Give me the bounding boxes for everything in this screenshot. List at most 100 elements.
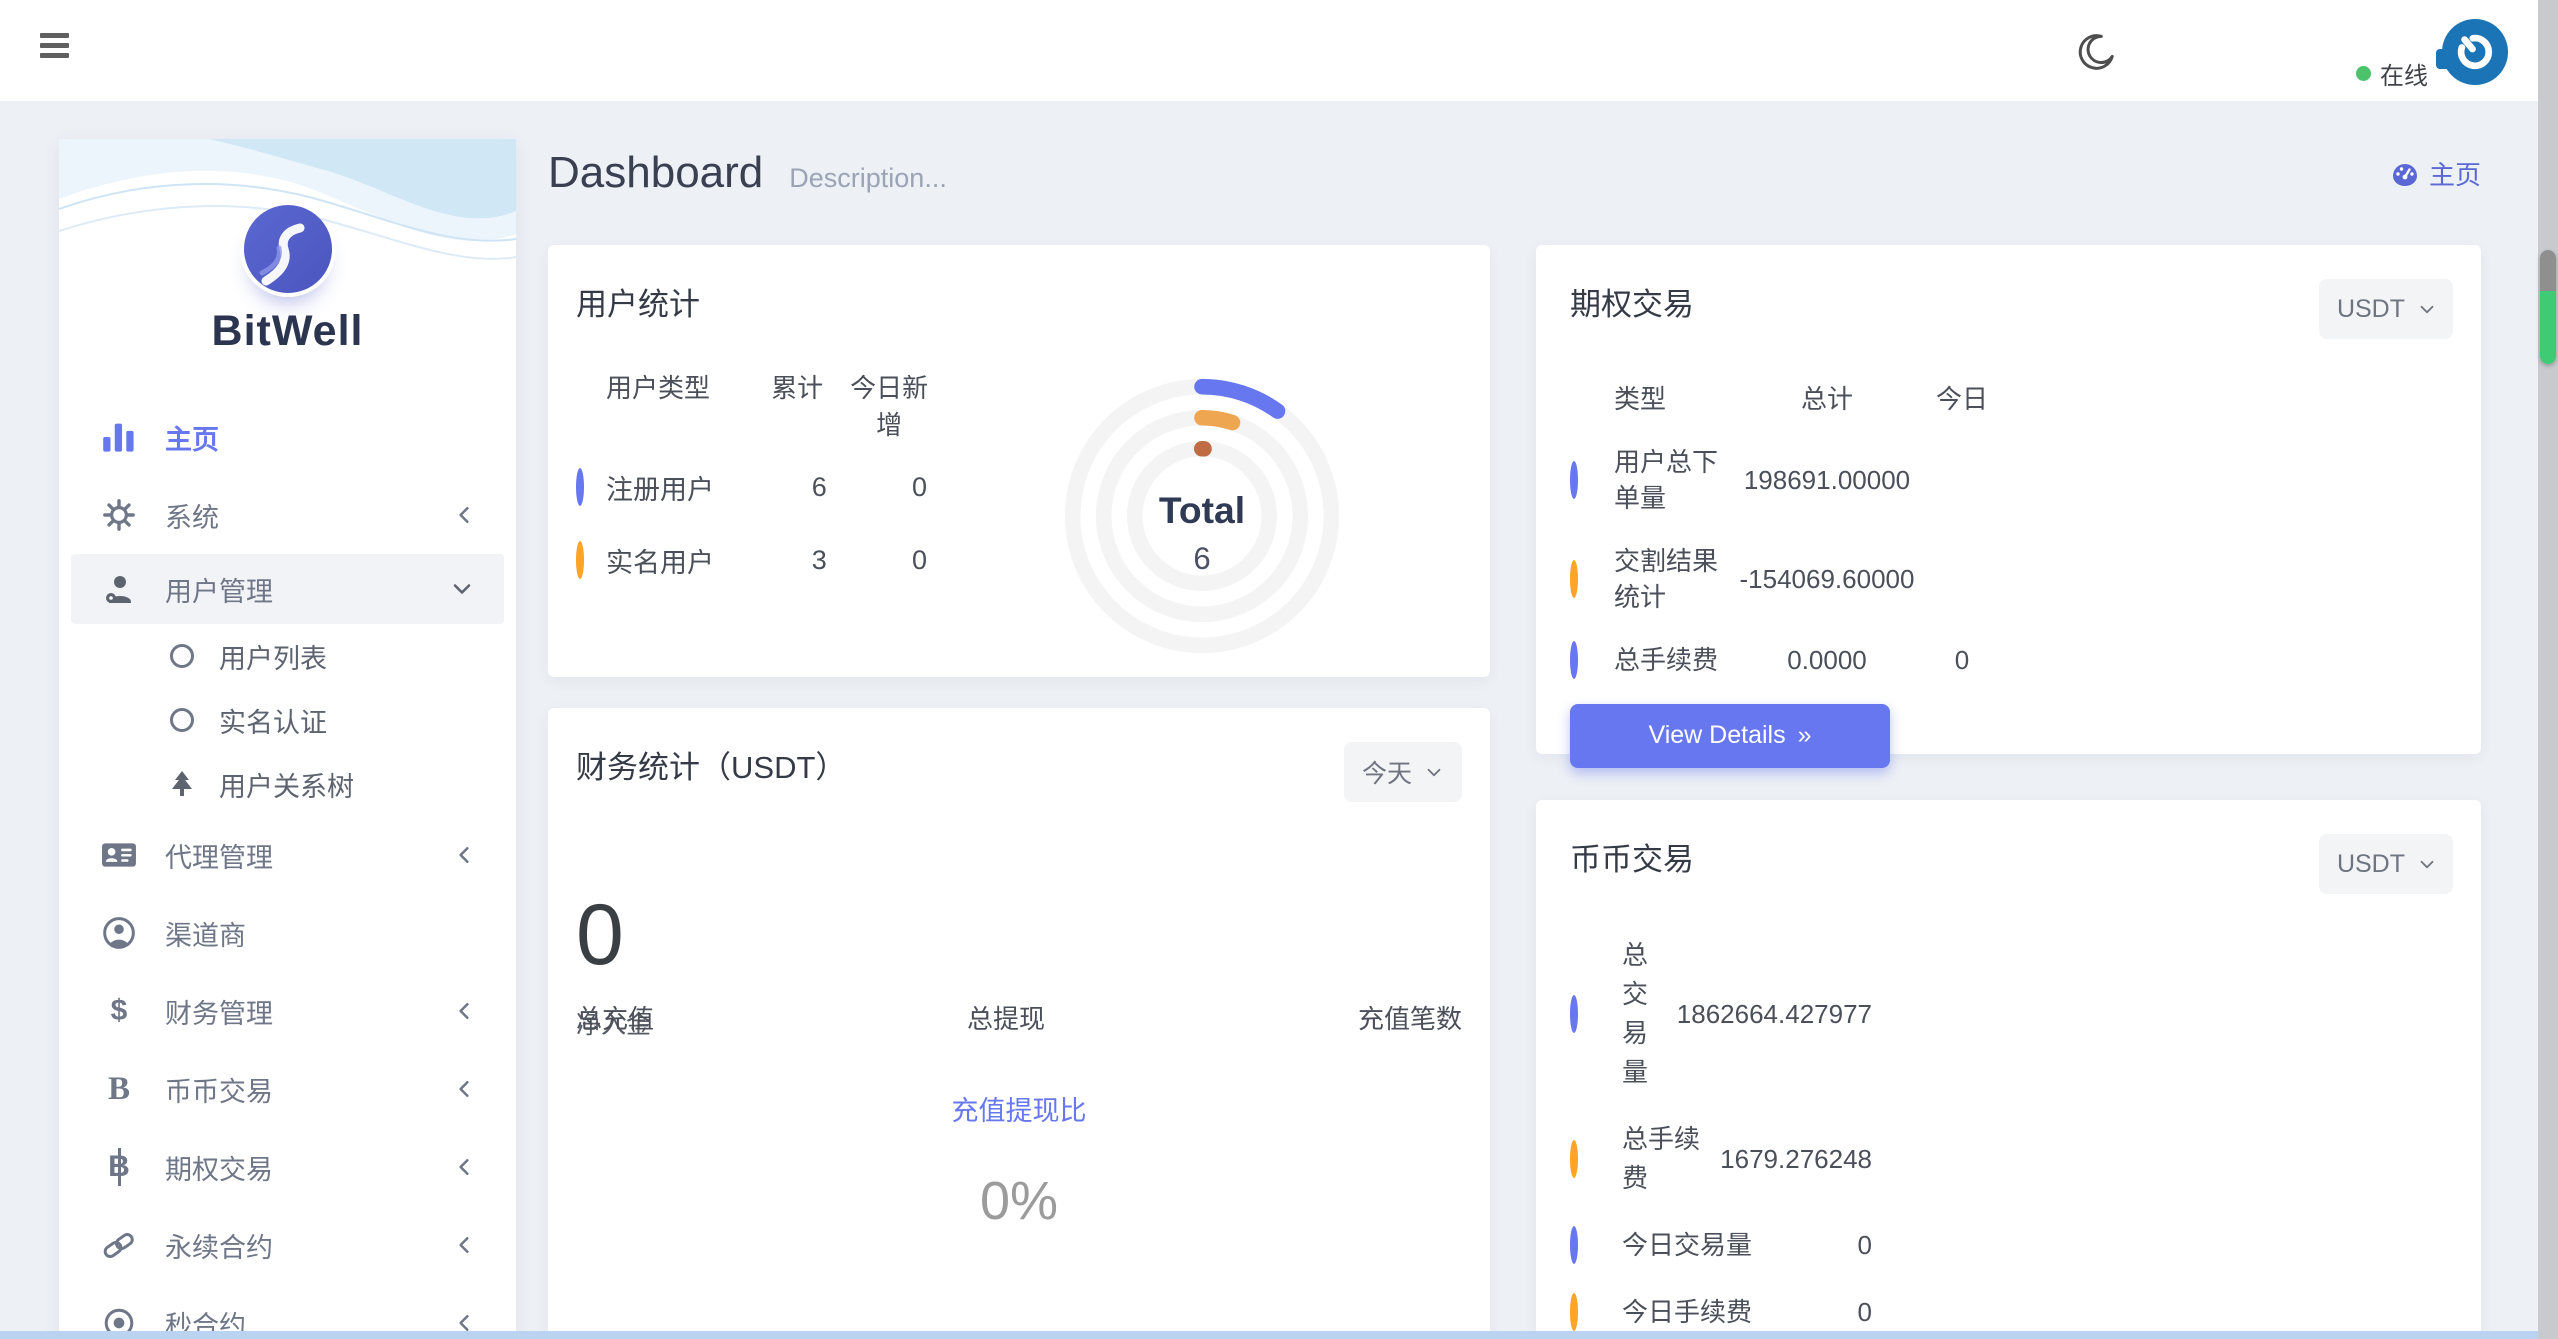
card-title: 用户统计 — [576, 279, 1462, 324]
dashboard-gauge-icon — [2391, 159, 2419, 187]
sidebar-item-perpetual-contract[interactable]: 永续合约 — [59, 1206, 516, 1284]
sidebar-item-label: 渠道商 — [165, 914, 472, 953]
hamburger-menu-icon[interactable] — [40, 33, 84, 69]
card-user-stats: 用户统计 用户类型 累计 今日新增 注册用户 6 0 实名用户 3 0 — [548, 245, 1490, 677]
page-header: Dashboard Description... 主页 — [548, 148, 2481, 198]
table-row: 交割结果统计 -154069.60000 — [1570, 543, 2453, 616]
series-marker-icon — [1570, 642, 1614, 678]
currency-select[interactable]: USDT — [2319, 834, 2453, 894]
breadcrumb-label: 主页 — [2429, 155, 2481, 192]
col-header: 总计 — [1732, 379, 1922, 416]
recharge-withdraw-ratio-link[interactable]: 充值提现比 — [576, 1089, 1462, 1128]
sidebar-item-channel[interactable]: 渠道商 — [59, 894, 516, 972]
dollar-icon: $ — [99, 996, 139, 1026]
sidebar-item-spot-trading[interactable]: B 币币交易 — [59, 1050, 516, 1128]
user-circle-icon — [99, 916, 139, 950]
chevron-down-icon — [452, 582, 472, 596]
breadcrumb[interactable]: 主页 — [2391, 155, 2481, 192]
brand-name: BitWell — [59, 307, 516, 356]
horizontal-scrollbar[interactable] — [0, 1331, 2538, 1339]
chevron-left-icon — [456, 1080, 472, 1098]
footer-label-total-recharge: 总充值 — [576, 999, 654, 1036]
series-marker-icon — [1570, 1293, 1622, 1332]
series-marker-icon — [576, 472, 606, 503]
radial-bar-chart: Total 6 — [941, 366, 1462, 666]
online-status: 在线 — [2356, 56, 2428, 91]
sidebar-subitem-kyc[interactable]: 实名认证 — [59, 688, 516, 752]
gear-icon — [99, 498, 139, 532]
card-title: 期权交易 — [1570, 279, 1694, 324]
sidebar-subitem-label: 用户关系树 — [219, 765, 354, 804]
id-card-icon — [99, 841, 139, 869]
sidebar-item-label: 期权交易 — [165, 1148, 456, 1187]
sidebar-subitem-user-list[interactable]: 用户列表 — [59, 624, 516, 688]
sidebar-item-label: 永续合约 — [165, 1226, 456, 1265]
chevron-down-icon — [2419, 304, 2435, 315]
sidebar-item-options-trading[interactable]: B 期权交易 — [59, 1128, 516, 1206]
finance-footer: 总充值 总提现 充值笔数 — [576, 999, 1462, 1036]
tree-icon — [167, 770, 197, 798]
card-options-trading: 期权交易 USDT 类型 总计 今日 用户总下单量 198691.00000 交… — [1536, 245, 2481, 754]
recharge-withdraw-ratio-value: 0% — [576, 1170, 1462, 1232]
table-row: 注册用户 6 0 — [576, 468, 941, 507]
sidebar: BitWell 主页 — [59, 139, 516, 1339]
sidebar-item-label: 币币交易 — [165, 1070, 456, 1109]
sidebar-subitem-user-tree[interactable]: 用户关系树 — [59, 752, 516, 816]
view-details-button[interactable]: View Details » — [1570, 704, 1890, 768]
footer-label-total-withdraw: 总提现 — [967, 999, 1045, 1036]
chevron-left-icon — [456, 1314, 472, 1332]
circle-icon — [167, 708, 197, 732]
sidebar-item-agent-management[interactable]: 代理管理 — [59, 816, 516, 894]
currency-select[interactable]: USDT — [2319, 279, 2453, 339]
chevron-down-icon — [1426, 767, 1442, 778]
period-select[interactable]: 今天 — [1344, 742, 1462, 802]
series-marker-icon — [1570, 1140, 1622, 1179]
table-row: 总交易量 1862664.427977 — [1570, 936, 2453, 1092]
sidebar-item-system[interactable]: 系统 — [59, 476, 516, 554]
page-description: Description... — [789, 163, 947, 194]
sidebar-subitem-label: 用户列表 — [219, 637, 327, 676]
series-marker-icon — [1570, 561, 1614, 597]
sidebar-item-label: 系统 — [165, 496, 456, 535]
table-row: 实名用户 3 0 — [576, 541, 941, 580]
col-header: 用户类型 — [606, 368, 757, 442]
series-marker-icon — [1570, 462, 1614, 498]
chevron-left-icon — [456, 1236, 472, 1254]
col-header: 累计 — [757, 368, 837, 442]
spot-trading-table: 总交易量 1862664.427977 总手续费 1679.276248 今日交… — [1570, 936, 2453, 1332]
scrollbar-thumb[interactable] — [2540, 250, 2556, 364]
sidebar-nav: 主页 系统 — [59, 398, 516, 1339]
baht-icon: B — [99, 1152, 139, 1182]
user-avatar[interactable] — [2442, 19, 2508, 85]
sidebar-item-user-management[interactable]: 用户管理 — [71, 554, 504, 624]
chevron-left-icon — [456, 506, 472, 524]
bar-chart-icon — [99, 421, 139, 453]
chevron-left-icon — [456, 1158, 472, 1176]
series-marker-icon — [1570, 1226, 1622, 1265]
chain-link-icon — [99, 1230, 139, 1260]
footer-label-recharge-count: 充值笔数 — [1358, 999, 1462, 1036]
sidebar-item-label: 主页 — [165, 418, 472, 457]
circle-icon — [167, 644, 197, 668]
sidebar-subitem-label: 实名认证 — [219, 701, 327, 740]
sidebar-item-home[interactable]: 主页 — [59, 398, 516, 476]
col-header: 今日新增 — [837, 368, 941, 442]
power-logo-icon — [2442, 19, 2508, 85]
letter-b-icon: B — [99, 1073, 139, 1106]
col-header: 今日 — [1922, 379, 2002, 416]
chevron-left-icon — [456, 846, 472, 864]
page-title: Dashboard — [548, 148, 763, 198]
online-status-label: 在线 — [2380, 56, 2428, 91]
double-arrow-icon: » — [1798, 721, 1812, 750]
card-title: 币币交易 — [1570, 834, 1694, 879]
table-row: 总手续费 1679.276248 — [1570, 1120, 2453, 1198]
dark-mode-moon-icon[interactable] — [2072, 30, 2118, 76]
chevron-down-icon — [2419, 859, 2435, 870]
series-marker-icon — [1570, 995, 1622, 1034]
top-bar: 在线 — [0, 0, 2538, 101]
bitwell-logo-sphere — [240, 201, 336, 297]
vertical-scrollbar[interactable] — [2538, 0, 2558, 1339]
series-marker-icon — [576, 545, 606, 576]
sidebar-item-finance-management[interactable]: $ 财务管理 — [59, 972, 516, 1050]
sidebar-item-label: 用户管理 — [165, 570, 452, 609]
